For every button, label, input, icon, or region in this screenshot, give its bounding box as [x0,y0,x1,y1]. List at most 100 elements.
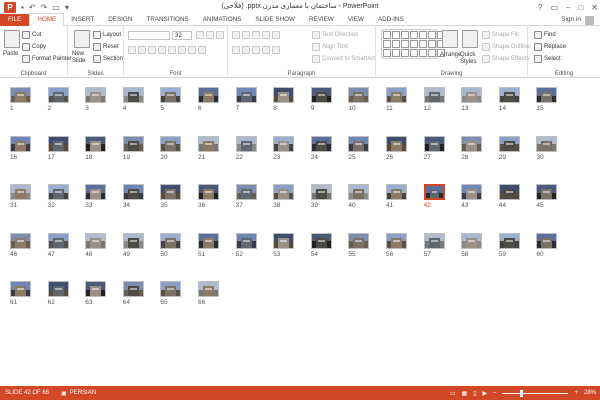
shrink-font-icon[interactable] [206,31,214,39]
slide-image[interactable] [310,135,332,152]
zoom-slider[interactable] [502,389,569,397]
font-color-icon[interactable] [198,46,206,54]
slide-image[interactable] [235,87,257,103]
slide-image[interactable] [85,232,107,249]
cut-button[interactable]: Cut [22,31,41,39]
slide-thumbnail[interactable]: 33 [85,184,123,209]
undo-icon[interactable]: ↶ [29,3,36,12]
ribbon-display-icon[interactable]: ▭ [550,3,558,12]
slide-thumbnail[interactable]: 52 [235,232,274,258]
columns-icon[interactable] [272,46,280,54]
slide-image[interactable] [47,281,69,297]
slide-image[interactable] [198,184,219,200]
right-arrow-shape-icon[interactable] [392,40,400,48]
slide-thumbnail[interactable]: 40 [348,184,386,209]
slide-thumbnail[interactable]: 49 [122,232,161,258]
slide-sorter-view-icon[interactable]: ▦ [462,390,468,397]
line-shape-icon[interactable] [383,31,391,39]
slide-image[interactable] [461,87,483,103]
increase-indent-icon[interactable] [262,31,270,39]
slideshow-icon[interactable]: ▭ [52,3,60,12]
slide-image[interactable] [536,87,558,103]
slide-thumbnail[interactable]: 59 [498,232,537,258]
slide-image[interactable] [122,232,144,249]
slide-thumbnail[interactable]: 20 [160,135,198,161]
slide-image[interactable] [348,87,370,103]
brace-shape-icon[interactable] [419,40,427,48]
cylinder-shape-icon[interactable] [428,49,436,57]
slide-thumbnail[interactable]: 19 [122,135,161,161]
slide-image[interactable] [198,281,219,297]
minimize-icon[interactable]: – [566,3,570,12]
slide-thumbnail[interactable]: 17 [47,135,86,161]
new-slide-button[interactable]: New Slide [72,51,92,65]
copy-button[interactable]: Copy [22,43,46,51]
slide-thumbnail[interactable]: 30 [536,135,574,161]
tab-file[interactable]: FILE [0,13,30,26]
shadow-icon[interactable] [168,46,176,54]
slide-thumbnail[interactable]: 58 [461,232,499,258]
tab-animations[interactable]: ANIMATIONS [196,14,249,26]
slide-thumbnail[interactable]: 54 [310,232,349,258]
find-button[interactable]: Find [534,31,556,39]
slide-image[interactable] [235,135,257,152]
tab-slide-show[interactable]: SLIDE SHOW [248,14,302,26]
shape-outline-button[interactable]: Shape Outline [482,43,530,51]
slide-thumbnail[interactable]: 31 [10,184,48,209]
slide-image[interactable] [498,87,520,103]
slide-thumbnail[interactable]: 60 [536,232,574,258]
slide-thumbnail[interactable]: 43 [461,184,499,209]
slide-image[interactable] [235,232,257,249]
slide-thumbnail[interactable]: 4 [122,87,161,112]
cross-shape-icon[interactable] [419,49,427,57]
slide-thumbnail[interactable]: 61 [10,281,48,306]
slide-thumbnail[interactable]: 63 [85,281,123,306]
slide-thumbnail[interactable]: 22 [235,135,274,161]
reset-button[interactable]: Reset [93,43,119,51]
slide-thumbnail[interactable]: 2 [47,87,86,112]
tab-add-ins[interactable]: ADD-INS [371,14,411,26]
slide-thumbnail[interactable]: 3 [85,87,123,112]
align-right-icon[interactable] [252,46,260,54]
moon-shape-icon[interactable] [401,49,409,57]
tab-review[interactable]: REVIEW [302,14,341,26]
slide-thumbnail[interactable]: 26 [386,135,424,161]
zoom-in-icon[interactable]: + [574,390,578,396]
slide-thumbnail[interactable]: 27 [423,135,462,161]
slide-thumbnail[interactable]: 39 [310,184,349,209]
slide-image[interactable] [461,232,483,249]
slide-image[interactable] [273,232,295,249]
slide-image[interactable] [461,135,483,152]
slide-thumbnail[interactable]: 11 [386,87,424,112]
layout-button[interactable]: Layout [93,31,121,39]
case-icon[interactable] [188,46,196,54]
tab-transitions[interactable]: TRANSITIONS [139,14,195,26]
slide-image[interactable] [461,184,483,200]
sign-in[interactable]: Sign in [561,14,594,26]
slide-image[interactable] [536,135,558,152]
heart-shape-icon[interactable] [392,49,400,57]
tab-home[interactable]: HOME [29,13,65,26]
slide-image[interactable] [536,184,558,200]
slide-thumbnail[interactable]: 38 [273,184,311,209]
slide-image[interactable] [348,184,370,200]
align-text-button[interactable]: Align Text [312,43,348,51]
slide-thumbnail[interactable]: 65 [160,281,198,306]
customize-qat-icon[interactable]: ▾ [65,3,69,12]
italic-icon[interactable] [138,46,146,54]
slide-thumbnail[interactable]: 35 [160,184,198,209]
slide-thumbnail[interactable]: 51 [198,232,236,258]
bullets-icon[interactable] [232,31,240,39]
paste-button[interactable]: Paste [3,51,18,57]
triangle-shape-icon[interactable] [419,31,427,39]
slide-thumbnail[interactable]: 12 [423,87,462,112]
slide-thumbnail[interactable]: 62 [47,281,86,306]
slide-thumbnail[interactable]: 24 [310,135,349,161]
slide-thumbnail[interactable]: 45 [536,184,574,209]
slide-image[interactable] [310,87,332,103]
slide-image[interactable] [273,184,295,200]
slide-image[interactable] [160,184,182,200]
slide-image[interactable] [47,87,69,103]
slide-image[interactable] [386,232,407,249]
slide-image[interactable] [198,87,219,103]
